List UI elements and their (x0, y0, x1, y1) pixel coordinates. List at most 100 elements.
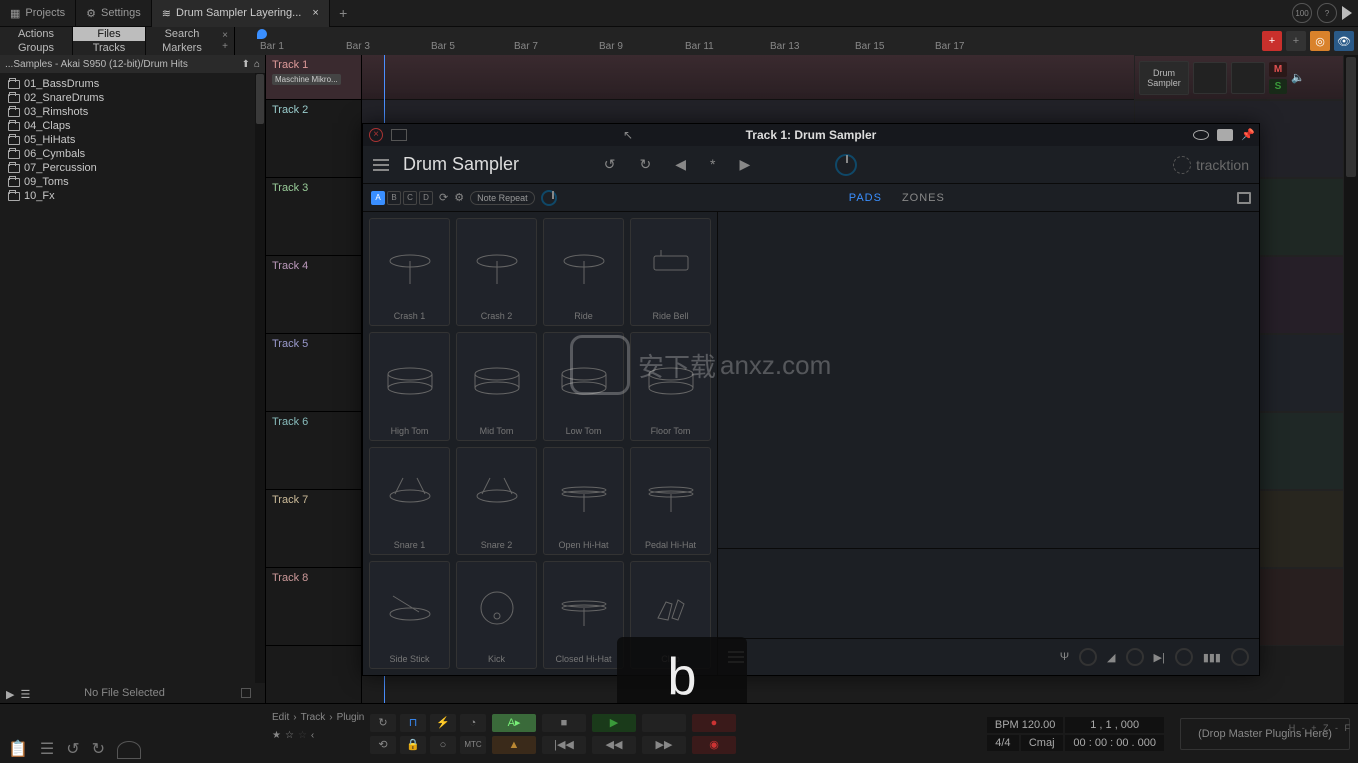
pause-button[interactable] (642, 714, 686, 732)
note-repeat-button[interactable]: Note Repeat (470, 191, 535, 205)
wave-icon[interactable] (117, 741, 141, 759)
tab-zones[interactable]: ZONES (902, 192, 945, 204)
timeline-ruler[interactable]: Bar 1Bar 3Bar 5Bar 7Bar 9Bar 11Bar 13Bar… (234, 27, 1262, 55)
menu-actions[interactable]: Actions (0, 27, 72, 41)
volume-knob[interactable] (1126, 648, 1144, 666)
home-icon[interactable]: ⌂ (254, 59, 260, 70)
plugin-titlebar[interactable]: × ↖ Track 1: Drum Sampler 📌 (363, 124, 1259, 146)
arrange-scrollbar[interactable] (1344, 55, 1358, 703)
redo-icon[interactable]: ↻ (640, 156, 652, 173)
drum-pad[interactable]: Side Stick (369, 561, 450, 669)
master-knob[interactable] (835, 154, 857, 176)
folder-item[interactable]: 07_Percussion (0, 161, 265, 175)
timecode-display[interactable]: 00 : 00 : 00 . 000 (1065, 735, 1164, 751)
midi-device-clip[interactable]: Maschine Mikro... (272, 74, 341, 85)
folder-item[interactable]: 10_Fx (0, 189, 265, 203)
folder-item[interactable]: 03_Rimshots (0, 105, 265, 119)
drum-pad[interactable]: Snare 1 (369, 447, 450, 555)
lock-button[interactable]: 🔒 (400, 736, 426, 754)
record-button[interactable]: ● (692, 714, 736, 732)
play-global-button[interactable] (1342, 6, 1352, 20)
record-arm-button[interactable]: ◉ (692, 736, 736, 754)
drum-pad[interactable]: Snare 2 (456, 447, 537, 555)
bars-beats-display[interactable]: 1 , 1 , 000 (1065, 717, 1164, 733)
menu-tracks[interactable]: Tracks (73, 41, 145, 55)
track-header[interactable]: Track 3 (266, 178, 361, 256)
add-tab-button[interactable]: + (330, 5, 357, 21)
solo-button[interactable]: S (1269, 79, 1287, 94)
preview-play-icon[interactable]: ▶ (6, 688, 14, 701)
cpu-meter[interactable]: 100 (1292, 3, 1312, 23)
track-header[interactable]: Track 2 (266, 100, 361, 178)
track-header[interactable]: Track 4 (266, 256, 361, 334)
forward-button[interactable]: ▶▶ (642, 736, 686, 754)
prev-preset-icon[interactable]: ◀ (675, 156, 686, 173)
envelope-area[interactable] (718, 549, 1259, 639)
undo-icon[interactable]: ↺ (604, 156, 616, 173)
drum-pad[interactable]: High Tom (369, 332, 450, 440)
plugin-menu-button[interactable] (373, 159, 389, 171)
preview-scroll[interactable] (241, 688, 251, 698)
key-display[interactable]: Cmaj (1021, 735, 1063, 751)
plugin-slot[interactable]: Drum Sampler (1139, 61, 1189, 95)
preview-menu-icon[interactable]: ☰ (20, 688, 30, 701)
count-in-button[interactable]: ○ (430, 736, 456, 754)
clipboard-icon[interactable]: 📋 (8, 739, 28, 759)
tab-edit[interactable]: ≋Drum Sampler Layering...× (152, 0, 330, 27)
track-header[interactable]: Track 8 (266, 568, 361, 646)
stop-button[interactable]: ■ (542, 714, 586, 732)
sliders-icon[interactable]: ⚙ (454, 191, 464, 204)
loop-button[interactable]: ↻ (370, 714, 396, 732)
play-button[interactable]: ▶ (592, 714, 636, 732)
output-icon[interactable]: 🔈 (1291, 71, 1307, 84)
drum-pad[interactable]: Open Hi-Hat (543, 447, 624, 555)
drum-pad[interactable]: Crash 1 (369, 218, 450, 326)
drum-pad[interactable]: Low Tom (543, 332, 624, 440)
snap-button[interactable]: ⊓ (400, 714, 426, 732)
level-knob[interactable] (1231, 648, 1249, 666)
browser-path[interactable]: ...Samples - Akai S950 (12-bit)/Drum Hit… (0, 55, 265, 73)
panel-close-button[interactable]: × (218, 30, 232, 41)
bank-a[interactable]: A (371, 191, 385, 205)
bpm-display[interactable]: BPM 120.00 (987, 717, 1064, 733)
drum-pad[interactable]: Floor Tom (630, 332, 711, 440)
menu-groups[interactable]: Groups (0, 41, 72, 55)
undo-global-icon[interactable]: ↺ (66, 739, 79, 759)
plugin-grid-icon[interactable] (391, 129, 407, 141)
folder-item[interactable]: 02_SnareDrums (0, 91, 265, 105)
folder-item[interactable]: 05_HiHats (0, 133, 265, 147)
track-header[interactable]: Track 5 (266, 334, 361, 412)
arm-button[interactable]: A▸ (492, 714, 536, 732)
mtc-button[interactable]: MTC (460, 736, 486, 754)
menu-files[interactable]: Files (73, 27, 145, 41)
playhead-marker[interactable] (257, 29, 267, 39)
menu-markers[interactable]: Markers (146, 41, 218, 55)
fav-icon[interactable]: ★ (272, 730, 281, 741)
tab-projects[interactable]: ▦Projects (0, 0, 76, 27)
expand-view-icon[interactable] (1237, 192, 1251, 204)
waveform-area[interactable] (718, 212, 1259, 549)
up-folder-icon[interactable]: ⬆ (242, 59, 250, 70)
mute-button[interactable]: M (1269, 62, 1287, 77)
tab-pads[interactable]: PADS (849, 192, 882, 204)
folder-item[interactable]: 06_Cymbals (0, 147, 265, 161)
pin-icon[interactable]: 📌 (1241, 128, 1253, 142)
drum-pad[interactable]: Pedal Hi-Hat (630, 447, 711, 555)
drum-pad[interactable]: Crash 2 (456, 218, 537, 326)
track-header[interactable]: Track 7 (266, 490, 361, 568)
pitch-knob[interactable] (1079, 648, 1097, 666)
plugin-close-button[interactable]: × (369, 128, 383, 142)
zoom-controls[interactable]: H - + Z - F (1289, 723, 1352, 733)
tab-settings[interactable]: ⚙Settings (76, 0, 152, 27)
bank-c[interactable]: C (403, 191, 417, 205)
visibility-icon[interactable] (1193, 130, 1209, 140)
menu-search[interactable]: Search (146, 27, 218, 41)
rtz-button[interactable]: |◀◀ (542, 736, 586, 754)
track-header[interactable]: Track 1Maschine Mikro... (266, 55, 361, 100)
warning-button[interactable]: ▲ (492, 736, 536, 754)
view-button[interactable]: 👁 (1334, 31, 1354, 51)
panel-add-button[interactable]: + (218, 41, 232, 52)
menu-icon[interactable]: ☰ (40, 739, 54, 759)
punch-button[interactable]: ◔ (460, 714, 486, 732)
note-repeat-knob[interactable] (541, 190, 557, 206)
